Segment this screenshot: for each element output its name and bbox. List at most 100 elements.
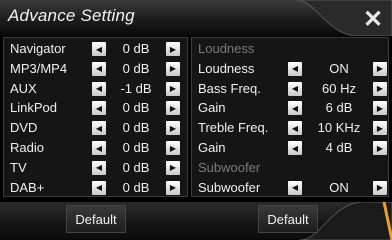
increase-button[interactable]: ▶ — [373, 121, 387, 136]
left-label: Radio — [10, 140, 44, 155]
arrow-right-icon: ▶ — [376, 84, 384, 94]
right-row: Gain ◀ 4 dB ▶ — [192, 138, 388, 158]
right-row: Loudness ◀ ON ▶ — [192, 59, 388, 79]
arrow-left-icon: ◀ — [291, 103, 299, 113]
arrow-right-icon: ▶ — [169, 123, 177, 133]
left-row: LinkPod ◀ 0 dB ▶ — [4, 98, 187, 118]
left-row: AUX ◀ -1 dB ▶ — [4, 79, 187, 99]
arrow-left-icon: ◀ — [95, 64, 103, 74]
arrow-left-icon: ◀ — [95, 163, 103, 173]
left-default-button[interactable]: Default — [66, 205, 126, 233]
right-row: Loudness — [192, 39, 388, 59]
increase-button[interactable]: ▶ — [166, 42, 180, 56]
increase-button[interactable]: ▶ — [373, 180, 387, 195]
right-section-header: Subwoofer — [198, 159, 261, 175]
right-value: 6 dB — [325, 100, 353, 116]
left-label: DAB+ — [10, 179, 45, 195]
arrow-left-icon: ◀ — [95, 84, 103, 94]
increase-button[interactable]: ▶ — [166, 160, 180, 175]
decrease-button[interactable]: ◀ — [92, 42, 106, 56]
increase-button[interactable]: ▶ — [166, 141, 180, 155]
left-value: 0 dB — [122, 159, 150, 175]
arrow-left-icon: ◀ — [95, 183, 103, 193]
right-label: Gain — [198, 100, 226, 116]
left-value: 0 dB — [122, 60, 150, 76]
decrease-button[interactable]: ◀ — [92, 81, 106, 96]
left-row: TV ◀ 0 dB ▶ — [4, 158, 187, 178]
right-row: Gain ◀ 6 dB ▶ — [192, 98, 388, 118]
right-value: 10 KHz — [317, 120, 361, 136]
left-value: -1 dB — [120, 80, 152, 96]
right-label: Gain — [198, 140, 226, 155]
decrease-button[interactable]: ◀ — [288, 141, 302, 155]
decrease-button[interactable]: ◀ — [92, 160, 106, 175]
arrow-left-icon: ◀ — [95, 103, 103, 113]
arrow-right-icon: ▶ — [169, 143, 177, 153]
arrow-left-icon: ◀ — [95, 123, 103, 133]
right-value: ON — [329, 60, 349, 76]
page-title: Advance Setting — [8, 6, 135, 25]
right-row: Subwoofer — [192, 158, 388, 178]
arrow-right-icon: ▶ — [376, 123, 384, 133]
right-row: Treble Freq. ◀ 10 KHz ▶ — [192, 118, 388, 138]
decrease-button[interactable]: ◀ — [288, 81, 302, 96]
arrow-left-icon: ◀ — [291, 123, 299, 133]
tone-settings-panel: Loudness Loudness ◀ ON ▶ Bass Freq. ◀ 60 Hz ▶ Gai… — [191, 37, 389, 197]
decrease-button[interactable]: ◀ — [92, 180, 106, 195]
left-label: MP3/MP4 — [10, 60, 68, 76]
right-label: Bass Freq. — [198, 80, 261, 96]
right-label: Treble Freq. — [198, 120, 269, 136]
increase-button[interactable]: ▶ — [373, 141, 387, 155]
increase-button[interactable]: ▶ — [373, 81, 387, 96]
decrease-button[interactable]: ◀ — [92, 121, 106, 136]
arrow-left-icon: ◀ — [291, 143, 299, 153]
increase-button[interactable]: ▶ — [373, 61, 387, 76]
arrow-right-icon: ▶ — [169, 183, 177, 193]
left-value: 0 dB — [122, 100, 150, 116]
left-label: TV — [10, 159, 27, 175]
increase-button[interactable]: ▶ — [166, 61, 180, 76]
left-row: Radio ◀ 0 dB ▶ — [4, 138, 187, 158]
right-value: 60 Hz — [322, 80, 356, 96]
left-row: DVD ◀ 0 dB ▶ — [4, 118, 187, 138]
left-row: Navigator ◀ 0 dB ▶ — [4, 39, 187, 59]
left-value: 0 dB — [122, 140, 150, 155]
arrow-right-icon: ▶ — [376, 103, 384, 113]
left-label: AUX — [10, 80, 37, 96]
right-value: 4 dB — [325, 140, 353, 155]
right-row: Bass Freq. ◀ 60 Hz ▶ — [192, 79, 388, 99]
left-label: DVD — [10, 120, 38, 136]
close-button[interactable]: ✕ — [360, 5, 386, 33]
arrow-right-icon: ▶ — [169, 44, 177, 54]
arrow-left-icon: ◀ — [291, 64, 299, 74]
increase-button[interactable]: ▶ — [166, 121, 180, 136]
right-label: Subwoofer — [198, 179, 261, 195]
close-icon: ✕ — [362, 5, 384, 33]
arrow-left-icon: ◀ — [95, 44, 103, 54]
right-label: Loudness — [198, 60, 255, 76]
right-default-button[interactable]: Default — [258, 205, 318, 233]
left-row: MP3/MP4 ◀ 0 dB ▶ — [4, 59, 187, 79]
arrow-left-icon: ◀ — [291, 183, 299, 193]
decrease-button[interactable]: ◀ — [288, 121, 302, 136]
arrow-left-icon: ◀ — [95, 143, 103, 153]
increase-button[interactable]: ▶ — [166, 81, 180, 96]
increase-button[interactable]: ▶ — [373, 101, 387, 116]
decrease-button[interactable]: ◀ — [92, 101, 106, 116]
arrow-right-icon: ▶ — [169, 163, 177, 173]
decrease-button[interactable]: ◀ — [288, 61, 302, 76]
left-value: 0 dB — [122, 120, 150, 136]
decrease-button[interactable]: ◀ — [288, 101, 302, 116]
increase-button[interactable]: ▶ — [166, 101, 180, 116]
arrow-right-icon: ▶ — [376, 143, 384, 153]
increase-button[interactable]: ▶ — [166, 180, 180, 195]
right-section-header: Loudness — [198, 41, 255, 56]
decrease-button[interactable]: ◀ — [288, 180, 302, 195]
title-bar: Advance Setting ✕ — [0, 0, 392, 36]
right-row: Subwoofer ◀ ON ▶ — [192, 178, 388, 198]
left-label: LinkPod — [10, 100, 57, 116]
arrow-right-icon: ▶ — [169, 64, 177, 74]
decrease-button[interactable]: ◀ — [92, 61, 106, 76]
arrow-right-icon: ▶ — [376, 183, 384, 193]
decrease-button[interactable]: ◀ — [92, 141, 106, 155]
